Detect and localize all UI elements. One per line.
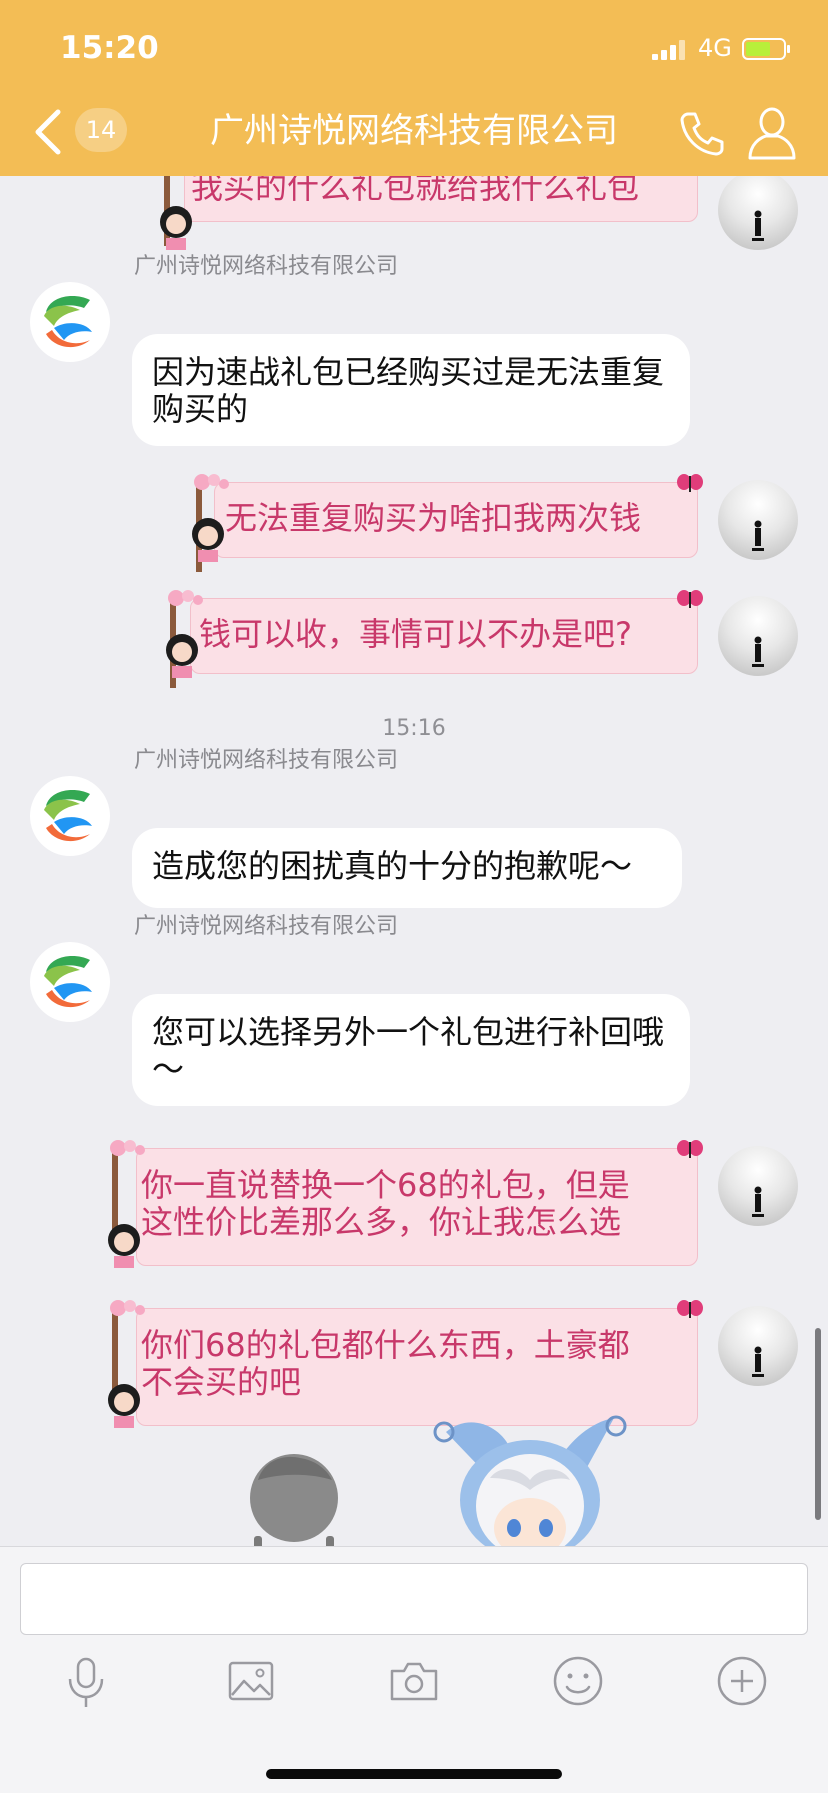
message-text: 钱可以收，事情可以不办是吧? <box>199 615 632 653</box>
time-separator: 15:16 <box>382 716 446 741</box>
message-list[interactable]: 我买的什么礼包就给我什么礼包 广州诗悦网络科技有限公司 因为速战礼包已经购买过是… <box>0 176 828 1546</box>
page-title: 广州诗悦网络科技有限公司 <box>210 111 618 151</box>
back-chevron-icon[interactable] <box>28 106 68 158</box>
message-bubble[interactable]: 因为速战礼包已经购买过是无法重复购买的 <box>132 334 690 446</box>
phone-icon[interactable] <box>676 108 728 160</box>
chat-header: 15:20 4G 14 广州诗悦网络科技有限公司 <box>0 0 828 176</box>
girl-sticker-icon <box>160 206 192 250</box>
girl-sticker-icon <box>166 634 198 678</box>
sender-name: 广州诗悦网络科技有限公司 <box>134 748 399 773</box>
message-bubble[interactable]: 造成您的困扰真的十分的抱歉呢～ <box>132 828 682 908</box>
image-icon[interactable] <box>220 1651 280 1711</box>
user-avatar[interactable] <box>718 1306 798 1386</box>
message-text: 你们68的礼包都什么东西，土豪都 不会买的吧 <box>141 1326 630 1401</box>
anime-character-sticker[interactable] <box>430 1408 630 1546</box>
plus-icon[interactable] <box>712 1651 772 1711</box>
microphone-icon[interactable] <box>56 1651 116 1711</box>
company-avatar[interactable] <box>30 942 110 1022</box>
message-text: 无法重复购买为啥扣我两次钱 <box>225 499 642 537</box>
home-indicator <box>266 1769 562 1779</box>
user-avatar[interactable] <box>718 596 798 676</box>
butterfly-icon <box>677 590 703 608</box>
message-bubble[interactable]: 我买的什么礼包就给我什么礼包 <box>184 176 698 222</box>
message-bubble[interactable]: 无法重复购买为啥扣我两次钱 <box>214 482 698 558</box>
message-bubble[interactable]: 您可以选择另外一个礼包进行补回哦～ <box>132 994 690 1106</box>
butterfly-icon <box>677 474 703 492</box>
company-logo-icon <box>44 790 92 842</box>
company-logo-icon <box>44 296 92 348</box>
sender-name: 广州诗悦网络科技有限公司 <box>134 254 399 279</box>
user-avatar[interactable] <box>718 176 798 250</box>
sender-name: 广州诗悦网络科技有限公司 <box>134 914 399 939</box>
network-label: 4G <box>698 34 732 62</box>
company-avatar[interactable] <box>30 282 110 362</box>
message-text: 您可以选择另外一个礼包进行补回哦～ <box>152 1013 665 1088</box>
message-text: 因为速战礼包已经购买过是无法重复购买的 <box>152 353 665 428</box>
status-time: 15:20 <box>60 30 159 66</box>
battery-icon <box>742 38 790 60</box>
user-avatar[interactable] <box>718 480 798 560</box>
message-text: 造成您的困扰真的十分的抱歉呢～ <box>152 847 633 885</box>
camera-icon[interactable] <box>384 1651 444 1711</box>
girl-sticker-icon <box>192 518 224 562</box>
message-input[interactable] <box>20 1563 808 1635</box>
message-bubble[interactable]: 钱可以收，事情可以不办是吧? <box>190 598 698 674</box>
message-text: 你一直说替换一个68的礼包，但是 这性价比差那么多，你让我怎么选 <box>141 1166 630 1241</box>
profile-icon[interactable] <box>744 104 800 162</box>
signal-icon <box>652 40 688 60</box>
message-text: 我买的什么礼包就给我什么礼包 <box>191 176 640 206</box>
message-bubble[interactable]: 你一直说替换一个68的礼包，但是 这性价比差那么多，你让我怎么选 <box>136 1148 698 1266</box>
company-avatar[interactable] <box>30 776 110 856</box>
girl-sticker-icon <box>108 1224 140 1268</box>
butterfly-icon <box>677 1300 703 1318</box>
company-logo-icon <box>44 956 92 1008</box>
gray-figure-sticker[interactable] <box>244 1450 344 1546</box>
butterfly-icon <box>677 1140 703 1158</box>
scrollbar[interactable] <box>815 1328 821 1520</box>
unread-badge[interactable]: 14 <box>75 108 127 152</box>
user-avatar[interactable] <box>718 1146 798 1226</box>
input-area <box>0 1546 828 1793</box>
girl-sticker-icon <box>108 1384 140 1428</box>
emoji-icon[interactable] <box>548 1651 608 1711</box>
